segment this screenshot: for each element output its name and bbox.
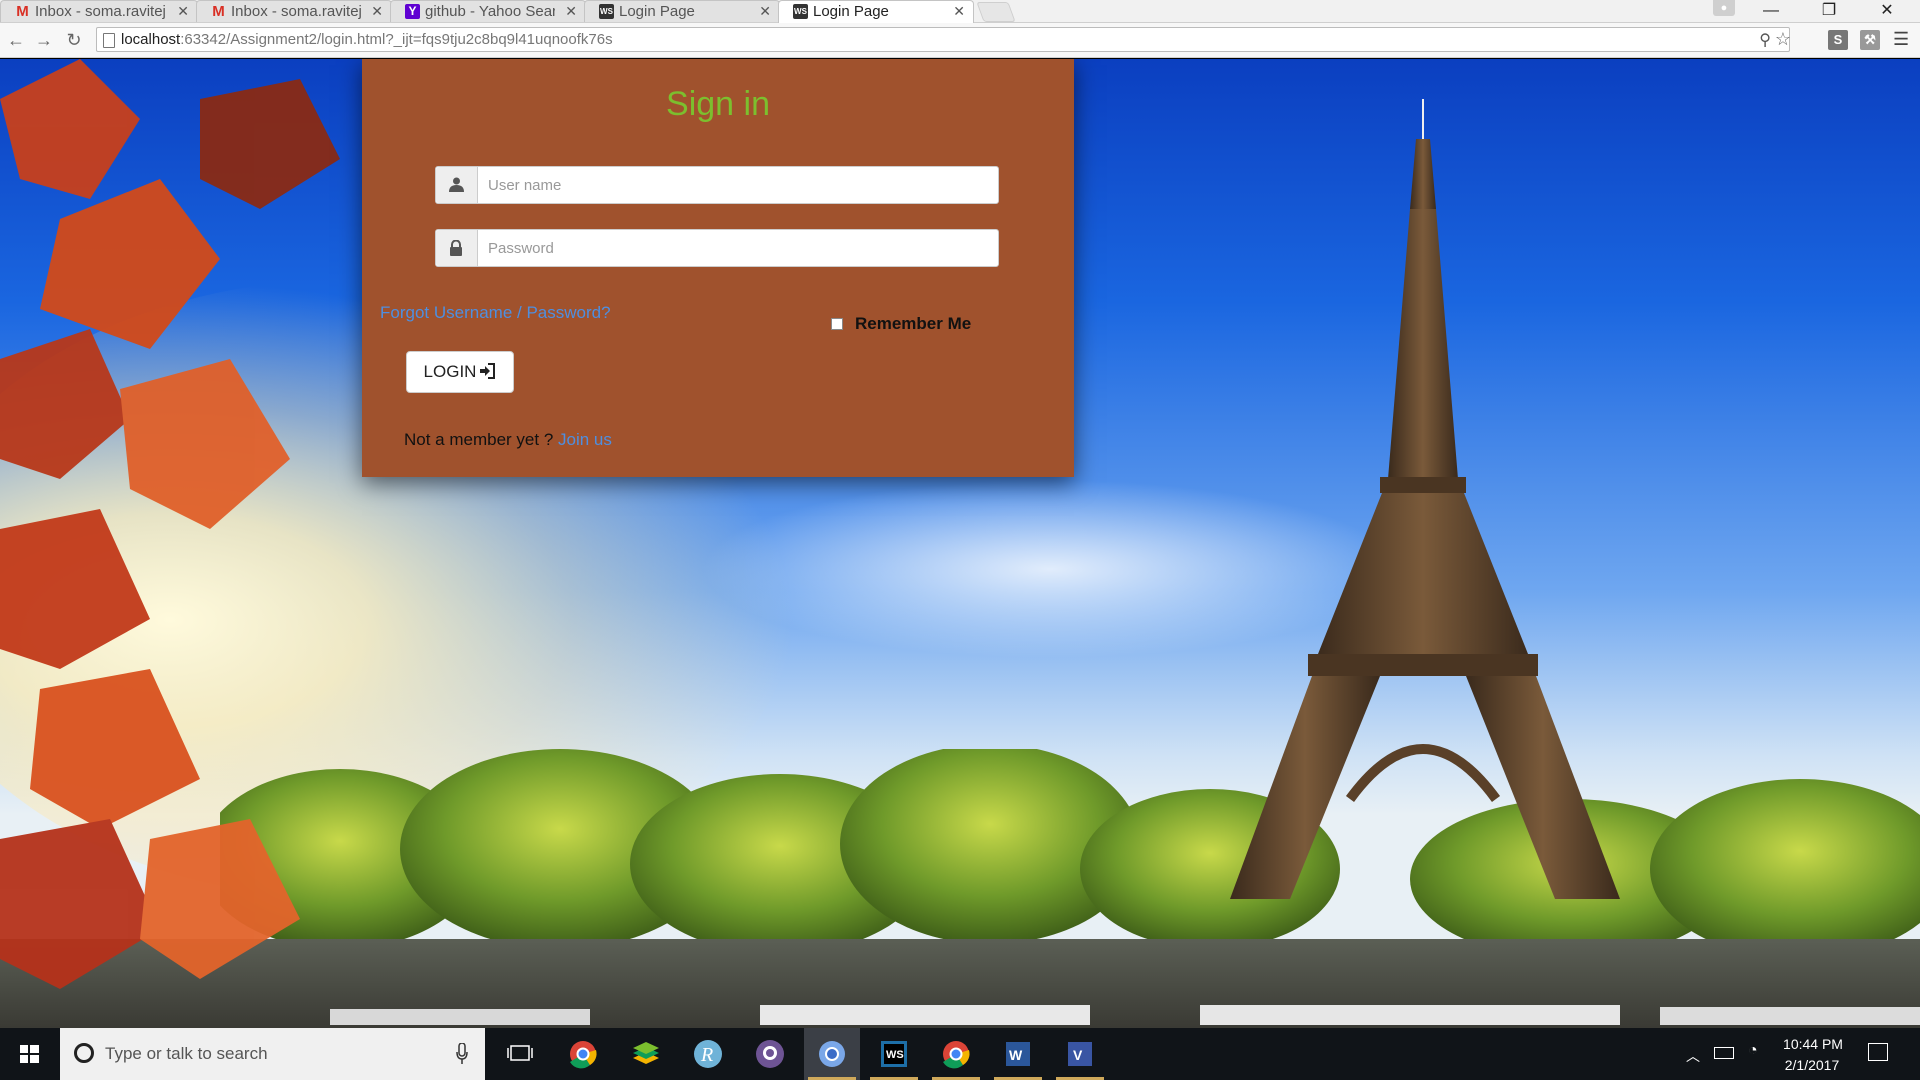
zoom-icon[interactable]: ⚲ bbox=[1759, 30, 1771, 50]
taskbar-search-placeholder: Type or talk to search bbox=[105, 1044, 268, 1063]
svg-text:R: R bbox=[700, 1044, 713, 1066]
webstorm-icon: WS bbox=[599, 4, 614, 19]
extension-s-icon[interactable]: S bbox=[1828, 30, 1848, 50]
r-studio-icon[interactable]: R bbox=[680, 1028, 736, 1080]
tab-yahoo[interactable]: Y github - Yahoo Searc ✕ bbox=[390, 0, 586, 22]
login-button[interactable]: LOGIN bbox=[406, 351, 514, 393]
password-input[interactable] bbox=[478, 230, 997, 266]
tab-title: Login Page bbox=[813, 3, 889, 20]
clock-time[interactable]: 10:44 PM bbox=[1783, 1036, 1843, 1052]
svg-text:V: V bbox=[1073, 1047, 1083, 1063]
extension-acrobat-icon[interactable]: ⚒ bbox=[1860, 30, 1880, 50]
username-input[interactable] bbox=[478, 167, 997, 203]
screen: M Inbox - soma.ravitej ✕ M Inbox - soma.… bbox=[0, 0, 1920, 1080]
back-icon[interactable]: ← bbox=[4, 28, 28, 52]
windows-start-button[interactable] bbox=[0, 1028, 60, 1080]
clock-date[interactable]: 2/1/2017 bbox=[1780, 1057, 1844, 1073]
chrome-icon[interactable] bbox=[928, 1028, 984, 1080]
battery-icon[interactable] bbox=[1714, 1047, 1734, 1059]
username-group bbox=[435, 166, 999, 204]
page-icon bbox=[103, 33, 115, 48]
word-icon[interactable]: W bbox=[990, 1028, 1046, 1080]
cortana-icon bbox=[74, 1043, 94, 1063]
forward-icon[interactable]: → bbox=[32, 28, 56, 52]
join-us-link[interactable]: Join us bbox=[558, 430, 612, 449]
url-path: :63342/Assignment2/login.html?_ijt=fqs9t… bbox=[180, 31, 613, 48]
lock-icon bbox=[436, 230, 478, 266]
window-close-icon[interactable]: ✕ bbox=[1864, 0, 1910, 22]
tab-title: github - Yahoo Searc bbox=[425, 3, 555, 20]
close-icon[interactable]: ✕ bbox=[953, 1, 965, 22]
visio-icon[interactable]: V bbox=[1052, 1028, 1108, 1080]
login-button-label: LOGIN bbox=[423, 362, 477, 381]
minimize-icon[interactable]: — bbox=[1748, 0, 1794, 22]
new-tab-button[interactable] bbox=[976, 2, 1016, 22]
eiffel-tower bbox=[1230, 99, 1620, 899]
page-viewport: Sign in Forgot Username / Password? Reme… bbox=[0, 59, 1920, 1028]
gmail-icon: M bbox=[16, 3, 29, 20]
microphone-icon[interactable] bbox=[456, 1043, 468, 1065]
tab-title: Inbox - soma.ravitej bbox=[35, 3, 166, 20]
sign-in-icon bbox=[480, 363, 496, 379]
chromium-icon[interactable] bbox=[804, 1028, 860, 1080]
tab-strip: M Inbox - soma.ravitej ✕ M Inbox - soma.… bbox=[0, 0, 1920, 23]
user-icon bbox=[436, 167, 478, 203]
close-icon[interactable]: ✕ bbox=[759, 1, 771, 22]
browser-toolbar: ← → ↻ localhost:63342/Assignment2/login.… bbox=[0, 23, 1920, 58]
member-prompt: Not a member yet ? Join us bbox=[404, 430, 612, 450]
password-group bbox=[435, 229, 999, 267]
close-icon[interactable]: ✕ bbox=[371, 1, 383, 22]
wifi-icon[interactable]: ◔ bbox=[1748, 1042, 1758, 1060]
close-icon[interactable]: ✕ bbox=[177, 1, 189, 22]
show-hidden-icons-icon[interactable]: ︿ bbox=[1686, 1046, 1700, 1066]
yahoo-icon: Y bbox=[405, 4, 420, 19]
webstorm-icon: WS bbox=[793, 4, 808, 19]
tab-login-1[interactable]: WS Login Page ✕ bbox=[584, 0, 780, 22]
svg-text:WS: WS bbox=[886, 1049, 904, 1061]
bookmark-star-icon[interactable]: ☆ bbox=[1775, 29, 1791, 50]
svg-text:W: W bbox=[1009, 1047, 1023, 1063]
reload-icon[interactable]: ↻ bbox=[62, 28, 86, 52]
forgot-password-link[interactable]: Forgot Username / Password? bbox=[380, 303, 611, 323]
background-leaves bbox=[0, 59, 340, 989]
webstorm-taskbar-icon[interactable]: WS bbox=[866, 1028, 922, 1080]
restore-icon[interactable]: ❐ bbox=[1806, 0, 1852, 22]
action-center-icon[interactable] bbox=[1868, 1043, 1888, 1061]
member-prompt-text: Not a member yet ? bbox=[404, 430, 559, 449]
address-bar[interactable]: localhost:63342/Assignment2/login.html?_… bbox=[96, 27, 1791, 52]
taskbar: Type or talk to search R WS W V ︿ ◔ 10:4… bbox=[0, 1028, 1920, 1080]
taskbar-search-box[interactable]: Type or talk to search bbox=[60, 1028, 485, 1080]
gmail-icon: M bbox=[212, 3, 225, 20]
remember-me-label: Remember Me bbox=[855, 314, 972, 333]
login-card: Sign in Forgot Username / Password? Reme… bbox=[362, 59, 1074, 477]
bluestacks-icon[interactable] bbox=[618, 1028, 674, 1080]
signin-title: Sign in bbox=[666, 85, 770, 123]
tab-title: Login Page bbox=[619, 3, 695, 20]
url-host: localhost bbox=[121, 31, 181, 48]
chrome-icon[interactable] bbox=[555, 1028, 611, 1080]
windows-logo-icon bbox=[20, 1045, 39, 1063]
tab-gmail-2[interactable]: M Inbox - soma.ravitej ✕ bbox=[196, 0, 392, 22]
tab-title: Inbox - soma.ravitej bbox=[231, 3, 361, 20]
tab-gmail-1[interactable]: M Inbox - soma.ravitej ✕ bbox=[0, 0, 198, 22]
close-icon[interactable]: ✕ bbox=[565, 1, 577, 22]
task-view-icon[interactable] bbox=[492, 1028, 548, 1080]
user-profile-icon[interactable]: ● bbox=[1713, 0, 1735, 16]
remember-me-checkbox[interactable] bbox=[831, 318, 843, 330]
github-icon[interactable] bbox=[742, 1028, 798, 1080]
tab-login-active[interactable]: WS Login Page ✕ bbox=[778, 0, 974, 23]
url-text: localhost:63342/Assignment2/login.html?_… bbox=[121, 28, 613, 51]
menu-icon[interactable]: ☰ bbox=[1893, 29, 1909, 50]
